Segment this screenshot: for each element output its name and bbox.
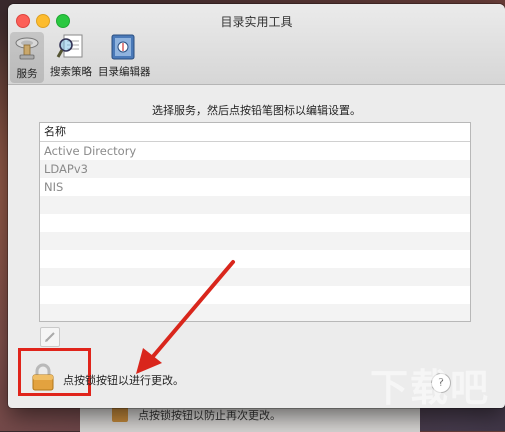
instruction-text: 选择服务，然后点按铅笔图标以编辑设置。 <box>152 104 361 117</box>
tab-directory-editor-label: 目录编辑器 <box>98 66 151 78</box>
lock-instruction-text: 点按锁按钮以进行更改。 <box>63 374 184 387</box>
watermark-logo: 下载吧 <box>370 366 490 410</box>
pencil-icon <box>45 332 55 342</box>
table-row[interactable]: Active Directory <box>40 142 470 160</box>
edit-pencil-button[interactable] <box>40 327 60 347</box>
column-header-name[interactable]: 名称 <box>40 123 470 142</box>
tab-directory-editor[interactable]: 目录编辑器 <box>98 32 151 79</box>
table-row[interactable]: NIS <box>40 178 470 196</box>
background-window-lock-text: 点按锁按钮以防止再次更改。 <box>138 409 281 422</box>
tab-search-policy[interactable]: 搜索策略 <box>48 32 94 79</box>
tab-services[interactable]: 服务 <box>10 32 44 83</box>
window-title: 目录实用工具 <box>220 15 293 29</box>
services-icon <box>15 37 39 60</box>
directory-editor-icon <box>111 34 135 60</box>
tab-services-label: 服务 <box>16 68 38 80</box>
table-row-empty <box>40 250 470 268</box>
watermark: 下载吧 <box>355 356 505 416</box>
table-row-empty <box>40 268 470 286</box>
table-row-empty <box>40 214 470 232</box>
table-row-empty <box>40 304 470 321</box>
svg-text:下载吧: 下载吧 <box>370 366 490 410</box>
table-row-empty <box>40 286 470 304</box>
table-row[interactable]: LDAPv3 <box>40 160 470 178</box>
table-row-empty <box>40 196 470 214</box>
services-table[interactable]: 名称 Active Directory LDAPv3 NIS <box>39 122 471 322</box>
background-lock-icon <box>112 406 128 422</box>
tab-search-policy-label: 搜索策略 <box>50 66 92 78</box>
search-policy-icon <box>56 34 83 58</box>
titlebar: 目录实用工具 服务 搜索策略 目录编辑器 <box>8 4 505 85</box>
table-row-empty <box>40 232 470 250</box>
